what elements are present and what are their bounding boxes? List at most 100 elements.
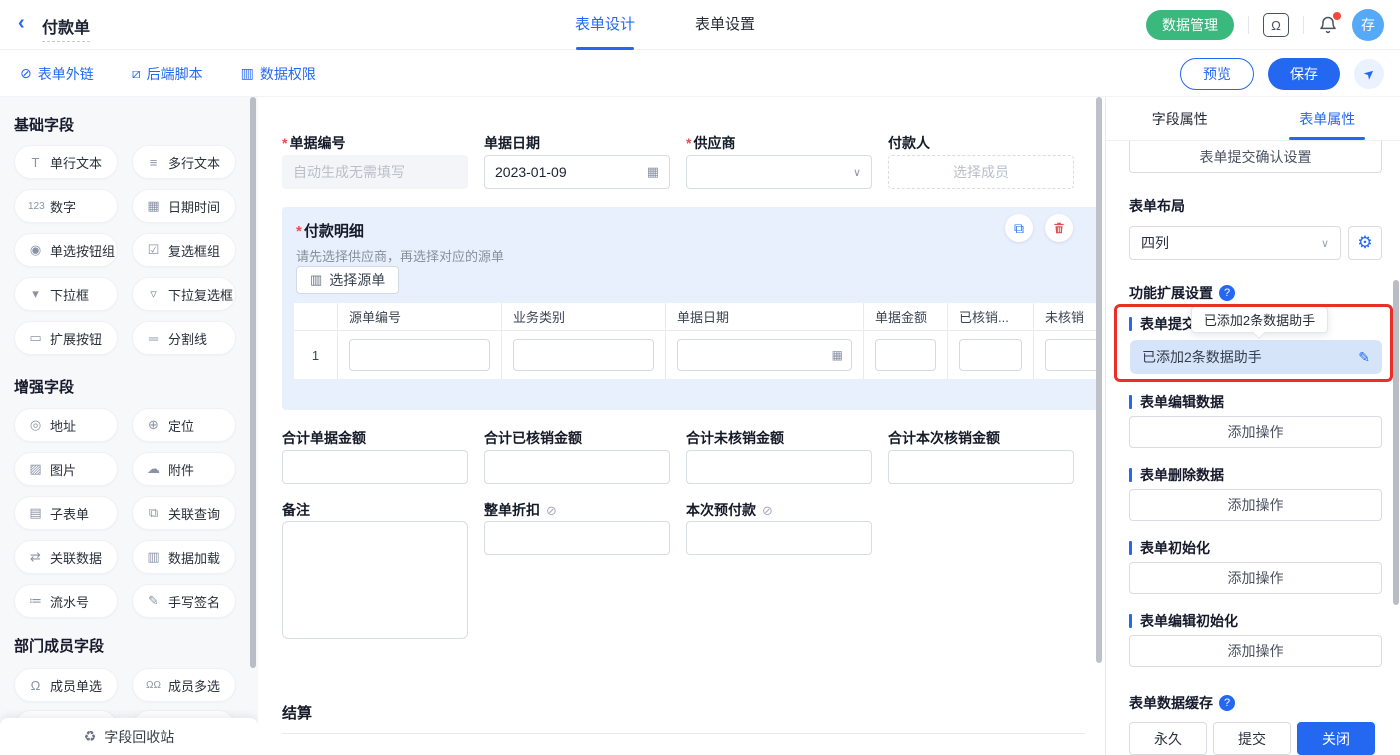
field-recycle-bin[interactable]: ♻ 字段回收站 xyxy=(0,718,258,755)
field-item-select[interactable]: ▾下拉框 xyxy=(14,277,118,311)
properties-panel: 字段属性 表单属性 表单提交确认设置 表单布局 四列 ∨ ⚙ 功能扩展设置 ? … xyxy=(1105,97,1400,755)
doc-amount-input[interactable] xyxy=(875,339,936,371)
calendar-icon: ▦ xyxy=(832,348,843,362)
field-item-multi-text[interactable]: ≡多行文本 xyxy=(132,145,236,179)
canvas-scrollbar[interactable] xyxy=(1096,97,1102,663)
edit-init-add-button[interactable]: 添加操作 xyxy=(1129,635,1382,667)
layout-select[interactable]: 四列 ∨ xyxy=(1129,226,1341,260)
field-item-location[interactable]: ⊕定位 xyxy=(132,408,236,442)
total-not-written-off-label: 合计未核销金额 xyxy=(686,428,784,448)
avatar[interactable]: 存 xyxy=(1352,9,1384,41)
data-permission-link[interactable]: ▥ 数据权限 xyxy=(241,64,316,84)
field-item-signature[interactable]: ✎手写签名 xyxy=(132,584,236,618)
field-item-linked-query[interactable]: ⧉关联查询 xyxy=(132,496,236,530)
field-item-member-multi[interactable]: ΩΩ成员多选 xyxy=(132,668,236,702)
field-item-linked-data[interactable]: ⇄关联数据 xyxy=(14,540,118,574)
data-load-icon: ▥ xyxy=(146,549,161,565)
select-source-button[interactable]: ▥ 选择源单 xyxy=(296,266,399,294)
tab-form-properties[interactable]: 表单属性 xyxy=(1254,97,1400,140)
field-item-subform[interactable]: ▤子表单 xyxy=(14,496,118,530)
cache-option-close[interactable]: 关闭 xyxy=(1297,722,1375,755)
field-item-image[interactable]: ▨图片 xyxy=(14,452,118,486)
field-label-payer: 付款人 xyxy=(888,133,930,153)
not-written-off-input[interactable] xyxy=(1045,339,1099,371)
field-item-single-text[interactable]: T单行文本 xyxy=(14,145,118,179)
help-icon[interactable]: ? xyxy=(1219,695,1235,711)
field-label-doc-date: 单据日期 xyxy=(484,133,540,153)
field-item-member-single[interactable]: Ω成员单选 xyxy=(14,668,118,702)
supplier-select[interactable]: ∨ xyxy=(686,155,872,189)
section-member-fields: 部门成员字段 xyxy=(14,635,104,656)
field-item-checkbox-group[interactable]: ☑复选框组 xyxy=(132,233,236,267)
copy-icon: ⧉ xyxy=(1014,220,1024,237)
field-item-datetime[interactable]: ▦日期时间 xyxy=(132,189,236,223)
discount-input[interactable] xyxy=(484,521,670,555)
business-type-input[interactable] xyxy=(513,339,654,371)
written-off-input[interactable] xyxy=(959,339,1022,371)
copy-section-button[interactable]: ⧉ xyxy=(1005,214,1033,242)
share-button[interactable]: ➤ xyxy=(1354,59,1384,89)
cache-option-submit[interactable]: 提交 xyxy=(1213,722,1291,755)
app-header: ‹ 付款单 表单设计 表单设置 数据管理 Ω 存 xyxy=(0,0,1400,50)
help-icon[interactable]: ? xyxy=(1219,285,1235,301)
extension-settings-title: 功能扩展设置 ? xyxy=(1129,283,1235,303)
edit-icon[interactable]: ✎ xyxy=(1358,349,1370,366)
sidebar-scrollbar[interactable] xyxy=(250,97,256,668)
address-book-icon[interactable]: Ω xyxy=(1263,13,1289,37)
total-written-off-label: 合计已核销金额 xyxy=(484,428,582,448)
payer-member-picker[interactable]: 选择成员 xyxy=(888,155,1074,189)
doc-number-input[interactable]: 自动生成无需填写 xyxy=(282,155,468,189)
location-icon: ⊕ xyxy=(146,417,161,433)
delete-data-add-button[interactable]: 添加操作 xyxy=(1129,489,1382,521)
prepay-input[interactable] xyxy=(686,521,872,555)
save-button[interactable]: 保存 xyxy=(1268,58,1340,90)
field-item-number[interactable]: 123数字 xyxy=(14,189,118,223)
total-amount-input[interactable] xyxy=(282,450,468,484)
panel-scrollbar[interactable] xyxy=(1393,280,1399,605)
field-item-multi-select[interactable]: ▿下拉复选框 xyxy=(132,277,236,311)
remark-textarea[interactable] xyxy=(282,521,468,639)
edit-data-add-button[interactable]: 添加操作 xyxy=(1129,416,1382,448)
data-manage-button[interactable]: 数据管理 xyxy=(1146,10,1234,40)
submit-confirm-settings-button[interactable]: 表单提交确认设置 xyxy=(1129,141,1382,173)
permission-icon: ▥ xyxy=(241,65,254,82)
field-item-attachment[interactable]: ☁附件 xyxy=(132,452,236,486)
back-icon[interactable]: ‹ xyxy=(18,12,25,35)
settlement-divider xyxy=(282,733,1085,734)
chart-icon: ▥ xyxy=(310,272,322,288)
tab-form-design[interactable]: 表单设计 xyxy=(575,0,635,50)
notification-bell-icon[interactable] xyxy=(1318,15,1338,35)
toolbar-links: ⊘ 表单外链 ⧄ 后端脚本 ▥ 数据权限 xyxy=(20,50,316,97)
field-item-extend-button[interactable]: ▭扩展按钮 xyxy=(14,321,118,355)
document-title[interactable]: 付款单 xyxy=(42,14,90,42)
delete-section-button[interactable] xyxy=(1045,214,1073,242)
checkbox-group-icon: ☑ xyxy=(146,242,161,258)
address-icon: ◎ xyxy=(28,417,43,433)
backend-script-link[interactable]: ⧄ 后端脚本 xyxy=(132,64,203,84)
tab-field-properties[interactable]: 字段属性 xyxy=(1106,97,1254,140)
section-bar xyxy=(1129,468,1132,482)
source-number-input[interactable] xyxy=(349,339,490,371)
tab-form-settings[interactable]: 表单设置 xyxy=(695,0,755,50)
preview-button[interactable]: 预览 xyxy=(1180,58,1254,90)
linked-data-icon: ⇄ xyxy=(28,549,43,565)
field-item-radio-group[interactable]: ◉单选按钮组 xyxy=(14,233,118,267)
cache-option-forever[interactable]: 永久 xyxy=(1129,722,1207,755)
doc-date-input[interactable]: 2023-01-09 ▦ xyxy=(484,155,670,189)
field-item-serial-number[interactable]: ≔流水号 xyxy=(14,584,118,618)
form-external-link[interactable]: ⊘ 表单外链 xyxy=(20,64,94,84)
detail-title: 付款明细 xyxy=(296,220,364,241)
init-add-button[interactable]: 添加操作 xyxy=(1129,562,1382,594)
chevron-down-icon: ∨ xyxy=(1321,237,1329,250)
divider xyxy=(1248,16,1249,34)
layout-gear-button[interactable]: ⚙ xyxy=(1348,226,1382,260)
field-label-doc-number: 单据编号 xyxy=(282,133,345,153)
total-current-written-off-input[interactable] xyxy=(888,450,1074,484)
field-item-data-load[interactable]: ▥数据加载 xyxy=(132,540,236,574)
total-not-written-off-input[interactable] xyxy=(686,450,872,484)
field-item-address[interactable]: ◎地址 xyxy=(14,408,118,442)
total-written-off-input[interactable] xyxy=(484,450,670,484)
field-item-divider[interactable]: ═分割线 xyxy=(132,321,236,355)
row-date-input[interactable]: ▦ xyxy=(677,339,852,371)
data-assistant-item[interactable]: 已添加2条数据助手 ✎ xyxy=(1130,340,1382,374)
